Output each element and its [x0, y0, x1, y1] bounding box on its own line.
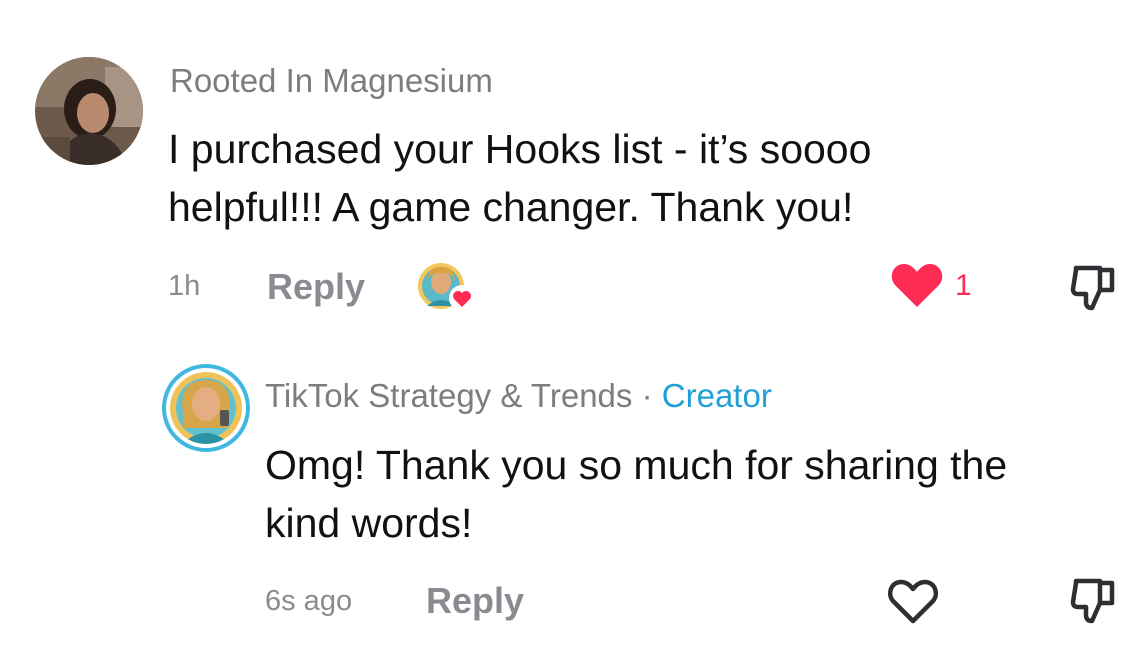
heart-icon	[891, 264, 943, 307]
dislike-button[interactable]	[1070, 262, 1118, 312]
reply-header: TikTok Strategy & Trends · Creator	[265, 379, 772, 412]
reply-button[interactable]: Reply	[267, 269, 365, 305]
reply-timestamp: 6s ago	[265, 585, 353, 617]
reply-button[interactable]: Reply	[426, 583, 524, 619]
like-button[interactable]	[890, 263, 944, 309]
commenter-avatar[interactable]	[35, 57, 143, 165]
comment-text-line: Omg! Thank you so much for sharing the	[265, 442, 1008, 488]
reply-text: Omg! Thank you so much for sharing the k…	[265, 436, 1007, 552]
creator-avatar[interactable]	[162, 364, 250, 452]
like-count: 1	[955, 269, 972, 302]
avatar-photo	[35, 57, 143, 165]
comment-text-line: I purchased your Hooks list - it’s soooo	[168, 126, 872, 172]
avatar-photo	[170, 372, 242, 444]
like-button[interactable]	[887, 579, 939, 625]
dislike-button[interactable]	[1070, 575, 1118, 625]
avatar-ring-gap	[166, 368, 246, 448]
creator-badge: Creator	[661, 377, 772, 414]
comment-timestamp: 1h	[168, 270, 201, 302]
heart-outline-icon	[888, 579, 938, 624]
reply-username[interactable]: TikTok Strategy & Trends	[265, 377, 632, 414]
creator-liked-badge	[417, 262, 475, 314]
comment-text-line: kind words!	[265, 500, 473, 546]
comment-text-line: helpful!!! A game changer. Thank you!	[168, 184, 854, 230]
thumbs-down-icon	[1070, 578, 1115, 624]
creator-avatar-heart-icon	[418, 263, 475, 311]
comment-username[interactable]: Rooted In Magnesium	[170, 64, 493, 97]
comment-text: I purchased your Hooks list - it’s soooo…	[168, 120, 871, 236]
separator-dot: ·	[641, 377, 653, 414]
thumbs-down-icon	[1070, 265, 1115, 311]
